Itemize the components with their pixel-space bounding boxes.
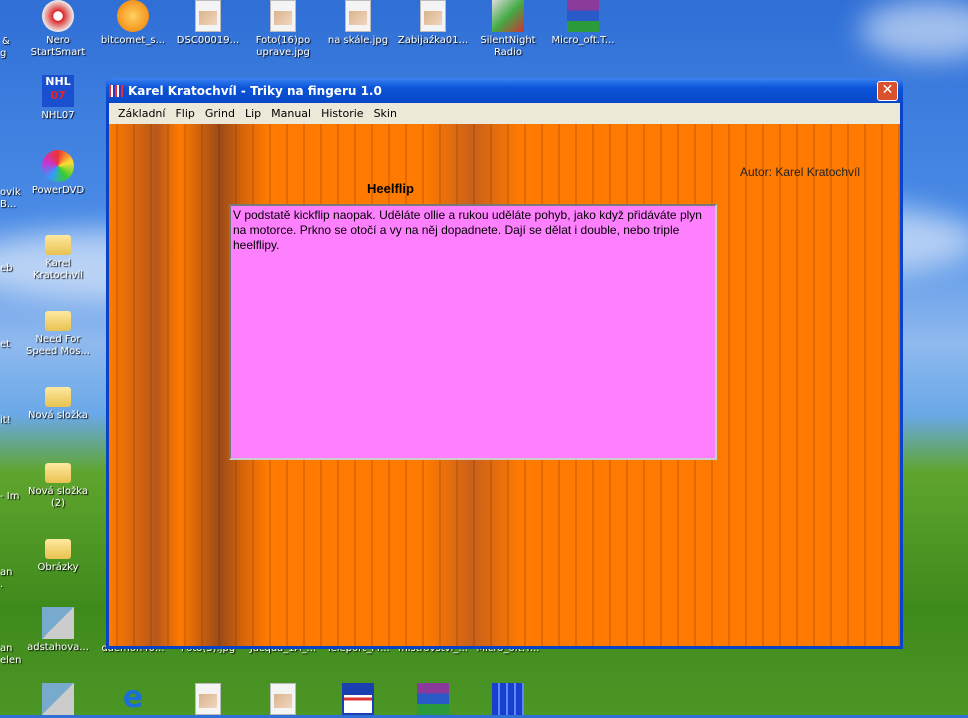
partial-label[interactable]: it!: [0, 415, 11, 427]
icon-label: PowerDVD: [31, 185, 85, 196]
winrar-icon: [417, 683, 449, 715]
desktop-icon-folder[interactable]: Obrázky: [20, 531, 96, 574]
icon-label: Nero StartSmart: [30, 35, 86, 58]
nero-icon: [42, 0, 74, 32]
icon-label: adstahova...: [27, 642, 89, 653]
image-file-icon: [420, 0, 446, 32]
desktop-icon-folder[interactable]: Nová složka: [20, 379, 96, 422]
desktop-icon-image[interactable]: [170, 683, 246, 718]
desktop-icon-buildings[interactable]: [470, 683, 546, 718]
desktop-icon-nhl07[interactable]: NHL 07 NHL07: [20, 75, 96, 122]
icon-label: Nová složka (2): [28, 486, 88, 509]
icon-label: Need For Speed Mos...: [25, 334, 91, 357]
image-file-icon: [195, 0, 221, 32]
partial-label[interactable]: g: [0, 48, 6, 60]
icon-label: Micro_oft.T...: [551, 35, 615, 46]
partial-label[interactable]: elen: [0, 655, 21, 667]
partial-label[interactable]: .: [0, 579, 3, 591]
author-label: Autor: Karel Kratochvíl: [740, 165, 861, 179]
folder-icon: [45, 463, 71, 483]
bitcomet-icon: [117, 0, 149, 32]
icon-label: NHL07: [41, 110, 75, 121]
trick-description-textarea[interactable]: V podstatě kickflip naopak. Uděláte olli…: [229, 204, 717, 460]
radio-icon: [492, 0, 524, 32]
menu-zakladni[interactable]: Základní: [113, 107, 170, 120]
content-area: Heelflip Autor: Karel Kratochvíl V podst…: [109, 124, 900, 646]
icon-label: na skále.jpg: [327, 35, 389, 46]
trick-heading: Heelflip: [367, 181, 414, 196]
partial-label[interactable]: ovik: [0, 187, 21, 199]
desktop-icon-image[interactable]: Zabijaźka01...: [395, 0, 471, 47]
menu-grind[interactable]: Grind: [200, 107, 240, 120]
menu-skin[interactable]: Skin: [369, 107, 402, 120]
floppy-icon: [342, 683, 374, 715]
image-file-icon: [270, 683, 296, 715]
title-bar[interactable]: Karel Kratochvíl - Triky na fingeru 1.0 …: [106, 78, 903, 103]
installer-icon: [42, 683, 74, 715]
desktop-icon-folder[interactable]: Karel Kratochvíl: [20, 227, 96, 282]
desktop-icon-bitcomet[interactable]: bitcomet_s...: [95, 0, 171, 47]
icon-label: SilentNight Radio: [480, 35, 536, 58]
menu-manual[interactable]: Manual: [266, 107, 316, 120]
nhl07-icon: NHL 07: [42, 75, 74, 107]
folder-icon: [45, 235, 71, 255]
icon-label: Nová složka: [28, 410, 88, 421]
close-button[interactable]: ✕: [877, 81, 898, 101]
desktop-icon-installer[interactable]: [20, 683, 96, 718]
partial-label[interactable]: &: [2, 36, 10, 48]
powerdvd-icon: [42, 150, 74, 182]
buildings-icon: [492, 683, 524, 715]
image-file-icon: [270, 0, 296, 32]
folder-icon: [45, 387, 71, 407]
desktop-icon-winrar[interactable]: [395, 683, 471, 718]
desktop-icon-powerdvd[interactable]: PowerDVD: [20, 150, 96, 197]
icon-label: Foto(16)po uprave.jpg: [255, 35, 311, 58]
menu-historie[interactable]: Historie: [316, 107, 368, 120]
desktop-icon-nero[interactable]: Nero StartSmart: [20, 0, 96, 59]
folder-icon: [45, 311, 71, 331]
partial-label[interactable]: - Im: [0, 491, 19, 503]
icon-label: DSC00019...: [176, 35, 240, 46]
icon-label: bitcomet_s...: [100, 35, 166, 46]
icon-label: Karel Kratochvíl: [32, 258, 84, 281]
app-window: Karel Kratochvíl - Triky na fingeru 1.0 …: [106, 78, 903, 649]
image-file-icon: [345, 0, 371, 32]
desktop-icon-image[interactable]: [245, 683, 321, 718]
partial-label[interactable]: an: [0, 567, 12, 579]
desktop-icon-floppy[interactable]: [320, 683, 396, 718]
icon-label: Obrázky: [37, 562, 79, 573]
icon-label: Zabijaźka01...: [397, 35, 469, 46]
desktop-icon-winrar[interactable]: Micro_oft.T...: [545, 0, 621, 47]
installer-icon: [42, 607, 74, 639]
cloud: [860, 0, 968, 60]
menu-lip[interactable]: Lip: [240, 107, 266, 120]
desktop-icon-ie[interactable]: e: [95, 683, 171, 718]
desktop-icon-folder[interactable]: Nová složka (2): [20, 455, 96, 510]
menu-flip[interactable]: Flip: [170, 107, 199, 120]
partial-label[interactable]: et: [0, 339, 10, 351]
partial-label[interactable]: eb: [0, 263, 13, 275]
partial-label[interactable]: B...: [0, 199, 16, 211]
winrar-icon: [567, 0, 599, 32]
image-file-icon: [195, 683, 221, 715]
desktop-icon-image[interactable]: DSC00019...: [170, 0, 246, 47]
menu-bar: Základní Flip Grind Lip Manual Historie …: [109, 103, 900, 124]
partial-label[interactable]: an: [0, 643, 12, 655]
window-title: Karel Kratochvíl - Triky na fingeru 1.0: [128, 83, 382, 98]
internet-explorer-icon: e: [122, 680, 144, 715]
desktop-icon-image[interactable]: na skále.jpg: [320, 0, 396, 47]
app-icon: [109, 84, 123, 97]
folder-icon: [45, 539, 71, 559]
desktop-icon-silentnight[interactable]: SilentNight Radio: [470, 0, 546, 59]
desktop-icon-image[interactable]: Foto(16)po uprave.jpg: [245, 0, 321, 59]
desktop-icon-folder[interactable]: Need For Speed Mos...: [20, 303, 96, 358]
desktop-icon-installer[interactable]: adstahova...: [20, 607, 96, 654]
